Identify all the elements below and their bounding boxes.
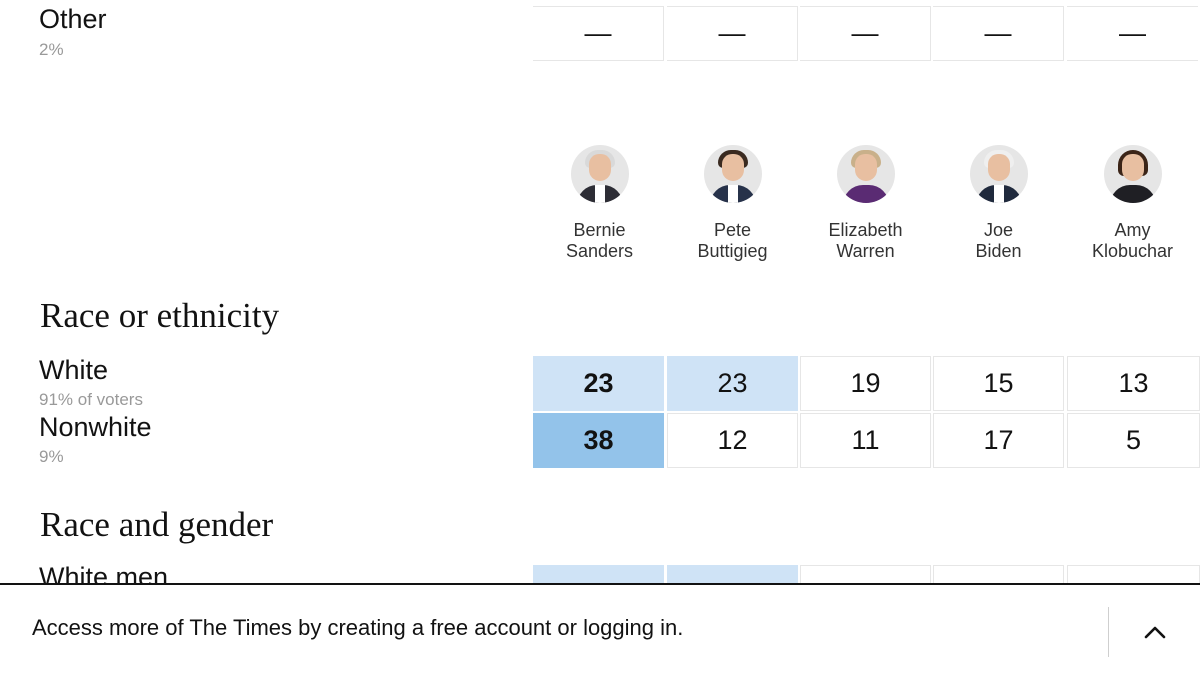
row-share-other: 2% bbox=[39, 40, 64, 59]
candidate-sanders: Bernie Sanders bbox=[533, 145, 666, 262]
cell-nonwhite-warren: 11 bbox=[800, 413, 931, 468]
cell-white-men-buttigieg bbox=[667, 565, 798, 585]
cell-white-biden: 15 bbox=[933, 356, 1064, 411]
row-label-white: White bbox=[39, 355, 109, 385]
cell-other-klobuchar: — bbox=[1067, 6, 1198, 61]
cell-nonwhite-buttigieg: 12 bbox=[667, 413, 798, 468]
candidate-name: Pete Buttigieg bbox=[697, 220, 768, 261]
candidate-name: Amy Klobuchar bbox=[1091, 220, 1174, 261]
cell-white-men-sanders bbox=[533, 565, 664, 585]
row-label-nonwhite: Nonwhite bbox=[39, 412, 152, 442]
candidate-name: Joe Biden bbox=[975, 220, 1022, 261]
cell-nonwhite-klobuchar: 5 bbox=[1067, 413, 1200, 468]
cell-other-buttigieg: — bbox=[667, 6, 798, 61]
candidate-warren: Elizabeth Warren bbox=[799, 145, 932, 262]
candidate-biden: Joe Biden bbox=[932, 145, 1065, 262]
registration-bar: Access more of The Times by creating a f… bbox=[0, 583, 1200, 675]
row-share-white: 91% of voters bbox=[39, 390, 143, 409]
cell-other-biden: — bbox=[933, 6, 1064, 61]
row-share-nonwhite: 9% bbox=[39, 447, 64, 466]
cell-nonwhite-biden: 17 bbox=[933, 413, 1064, 468]
candidate-name: Elizabeth Warren bbox=[828, 220, 903, 261]
cell-white-men-biden bbox=[933, 565, 1064, 585]
candidate-portrait-icon bbox=[703, 145, 762, 203]
section-title-race-gender: Race and gender bbox=[40, 505, 274, 544]
cell-other-sanders: — bbox=[533, 6, 664, 61]
candidate-name: Bernie Sanders bbox=[565, 220, 634, 261]
candidate-portrait-icon bbox=[1103, 145, 1162, 203]
cell-nonwhite-sanders: 38 bbox=[533, 413, 664, 468]
candidate-portrait-icon bbox=[969, 145, 1028, 203]
cell-white-men-klobuchar bbox=[1067, 565, 1200, 585]
chevron-up-icon bbox=[1144, 626, 1166, 639]
cell-other-warren: — bbox=[800, 6, 931, 61]
candidate-klobuchar: Amy Klobuchar bbox=[1066, 145, 1199, 262]
registration-message[interactable]: Access more of The Times by creating a f… bbox=[32, 615, 683, 641]
expand-button[interactable] bbox=[1128, 607, 1182, 657]
bar-divider bbox=[1108, 607, 1109, 657]
row-label-other: Other bbox=[39, 4, 107, 34]
candidate-buttigieg: Pete Buttigieg bbox=[666, 145, 799, 262]
cell-white-buttigieg: 23 bbox=[667, 356, 798, 411]
section-title-race: Race or ethnicity bbox=[40, 296, 280, 335]
cell-white-klobuchar: 13 bbox=[1067, 356, 1200, 411]
cell-white-sanders: 23 bbox=[533, 356, 664, 411]
cell-white-men-warren bbox=[800, 565, 931, 585]
candidate-portrait-icon bbox=[836, 145, 895, 203]
candidate-portrait-icon bbox=[570, 145, 629, 203]
cell-white-warren: 19 bbox=[800, 356, 931, 411]
